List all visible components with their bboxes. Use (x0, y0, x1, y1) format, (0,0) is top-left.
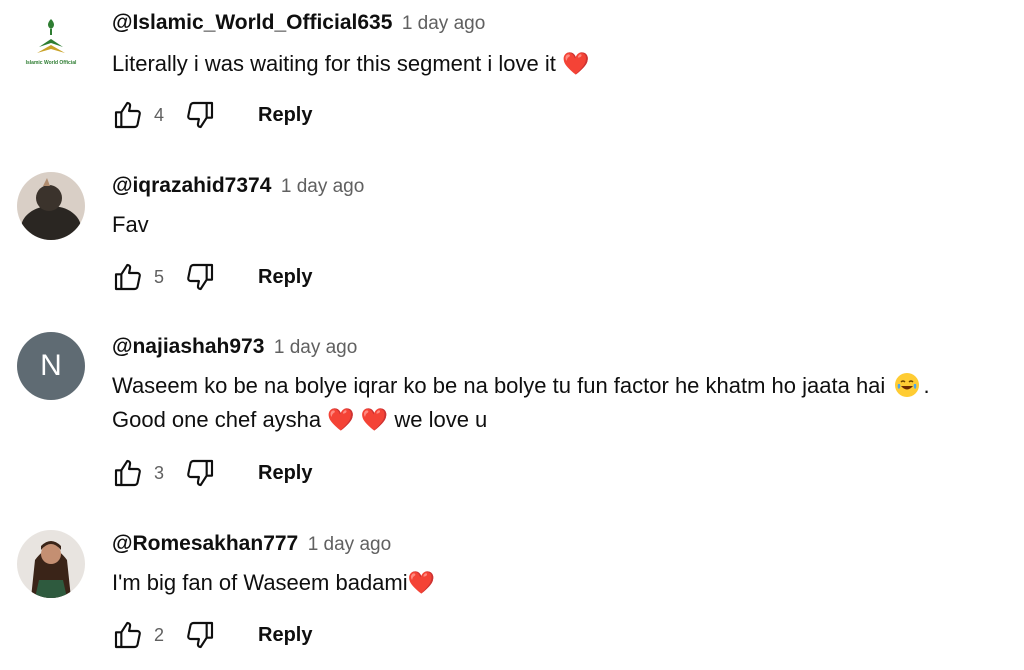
avatar-initial: N (40, 349, 62, 382)
islamic-logo-icon (17, 9, 85, 77)
avatar[interactable]: N (17, 332, 85, 400)
author-name[interactable]: @iqrazahid7374 (112, 174, 271, 197)
thumb-down-icon (187, 621, 214, 649)
thumb-up-icon (114, 263, 141, 291)
comment-text: Waseem ko be na bolye iqrar ko be na bol… (112, 369, 1004, 437)
comment-body: I'm big fan of Waseem badami (112, 570, 408, 595)
like-count: 2 (154, 624, 165, 645)
comment-body-line1: Waseem ko be na bolye iqrar ko be na bol… (112, 373, 886, 398)
comment-actions: 3 Reply (112, 456, 1004, 490)
avatar-label: Islamic World Official (25, 60, 77, 66)
reply-button[interactable]: Reply (258, 266, 312, 289)
reply-button[interactable]: Reply (258, 104, 312, 127)
comment-actions: 2 Reply (112, 618, 1004, 652)
comment-text: Fav (112, 208, 1004, 242)
comment-text: Literally i was waiting for this segment… (112, 47, 1004, 81)
comment-text: I'm big fan of Waseem badami❤️ (112, 566, 1004, 600)
author-name[interactable]: @najiashah973 (112, 335, 264, 358)
profile-photo-icon (17, 530, 85, 598)
like-button[interactable] (112, 619, 144, 651)
dislike-button[interactable] (184, 457, 216, 489)
comment-actions: 5 Reply (112, 260, 1004, 294)
comment-body: Fav (112, 212, 149, 237)
timestamp[interactable]: 1 day ago (308, 534, 391, 555)
avatar[interactable] (17, 530, 85, 598)
laugh-icon (895, 373, 920, 397)
comment-header: @Romesakhan777 1 day ago (112, 531, 1004, 557)
like-count: 4 (154, 104, 165, 125)
heart-icon: ❤️ (327, 407, 355, 432)
thumb-down-icon (187, 459, 214, 487)
avatar[interactable] (17, 172, 85, 240)
dislike-button[interactable] (184, 261, 216, 293)
avatar[interactable]: Islamic World Official (17, 9, 85, 77)
author-name[interactable]: @Romesakhan777 (112, 532, 298, 555)
comment-body: Literally i was waiting for this segment… (112, 51, 556, 76)
timestamp[interactable]: 1 day ago (274, 337, 357, 358)
author-name[interactable]: @Islamic_World_Official635 (112, 11, 392, 34)
comment-header: @najiashah973 1 day ago (112, 334, 1004, 360)
like-count: 3 (154, 462, 165, 483)
comment-header: @Islamic_World_Official635 1 day ago (112, 10, 1004, 36)
like-count: 5 (154, 266, 165, 287)
reply-button[interactable]: Reply (258, 462, 312, 485)
dislike-button[interactable] (184, 99, 216, 131)
thumb-up-icon (114, 459, 141, 487)
like-button[interactable] (112, 261, 144, 293)
timestamp[interactable]: 1 day ago (281, 176, 364, 197)
heart-icon: ❤️ (407, 570, 436, 595)
comment-body-line2-end: we love u (394, 407, 488, 432)
thumb-up-icon (114, 621, 141, 649)
thumb-down-icon (187, 263, 214, 291)
like-button[interactable] (112, 99, 144, 131)
profile-photo-icon (17, 172, 85, 240)
comment-body-line1-end: . (923, 373, 930, 398)
thumb-up-icon (114, 101, 141, 129)
comment-header: @iqrazahid7374 1 day ago (112, 173, 1004, 199)
heart-icon: ❤️ (561, 51, 590, 76)
dislike-button[interactable] (184, 619, 216, 651)
thumb-down-icon (187, 101, 214, 129)
reply-button[interactable]: Reply (258, 624, 312, 647)
like-button[interactable] (112, 457, 144, 489)
comment-actions: 4 Reply (112, 98, 1004, 132)
heart-icon: ❤️ (360, 407, 389, 432)
comment-body-line2: Good one chef aysha (112, 407, 322, 432)
timestamp[interactable]: 1 day ago (402, 13, 485, 34)
